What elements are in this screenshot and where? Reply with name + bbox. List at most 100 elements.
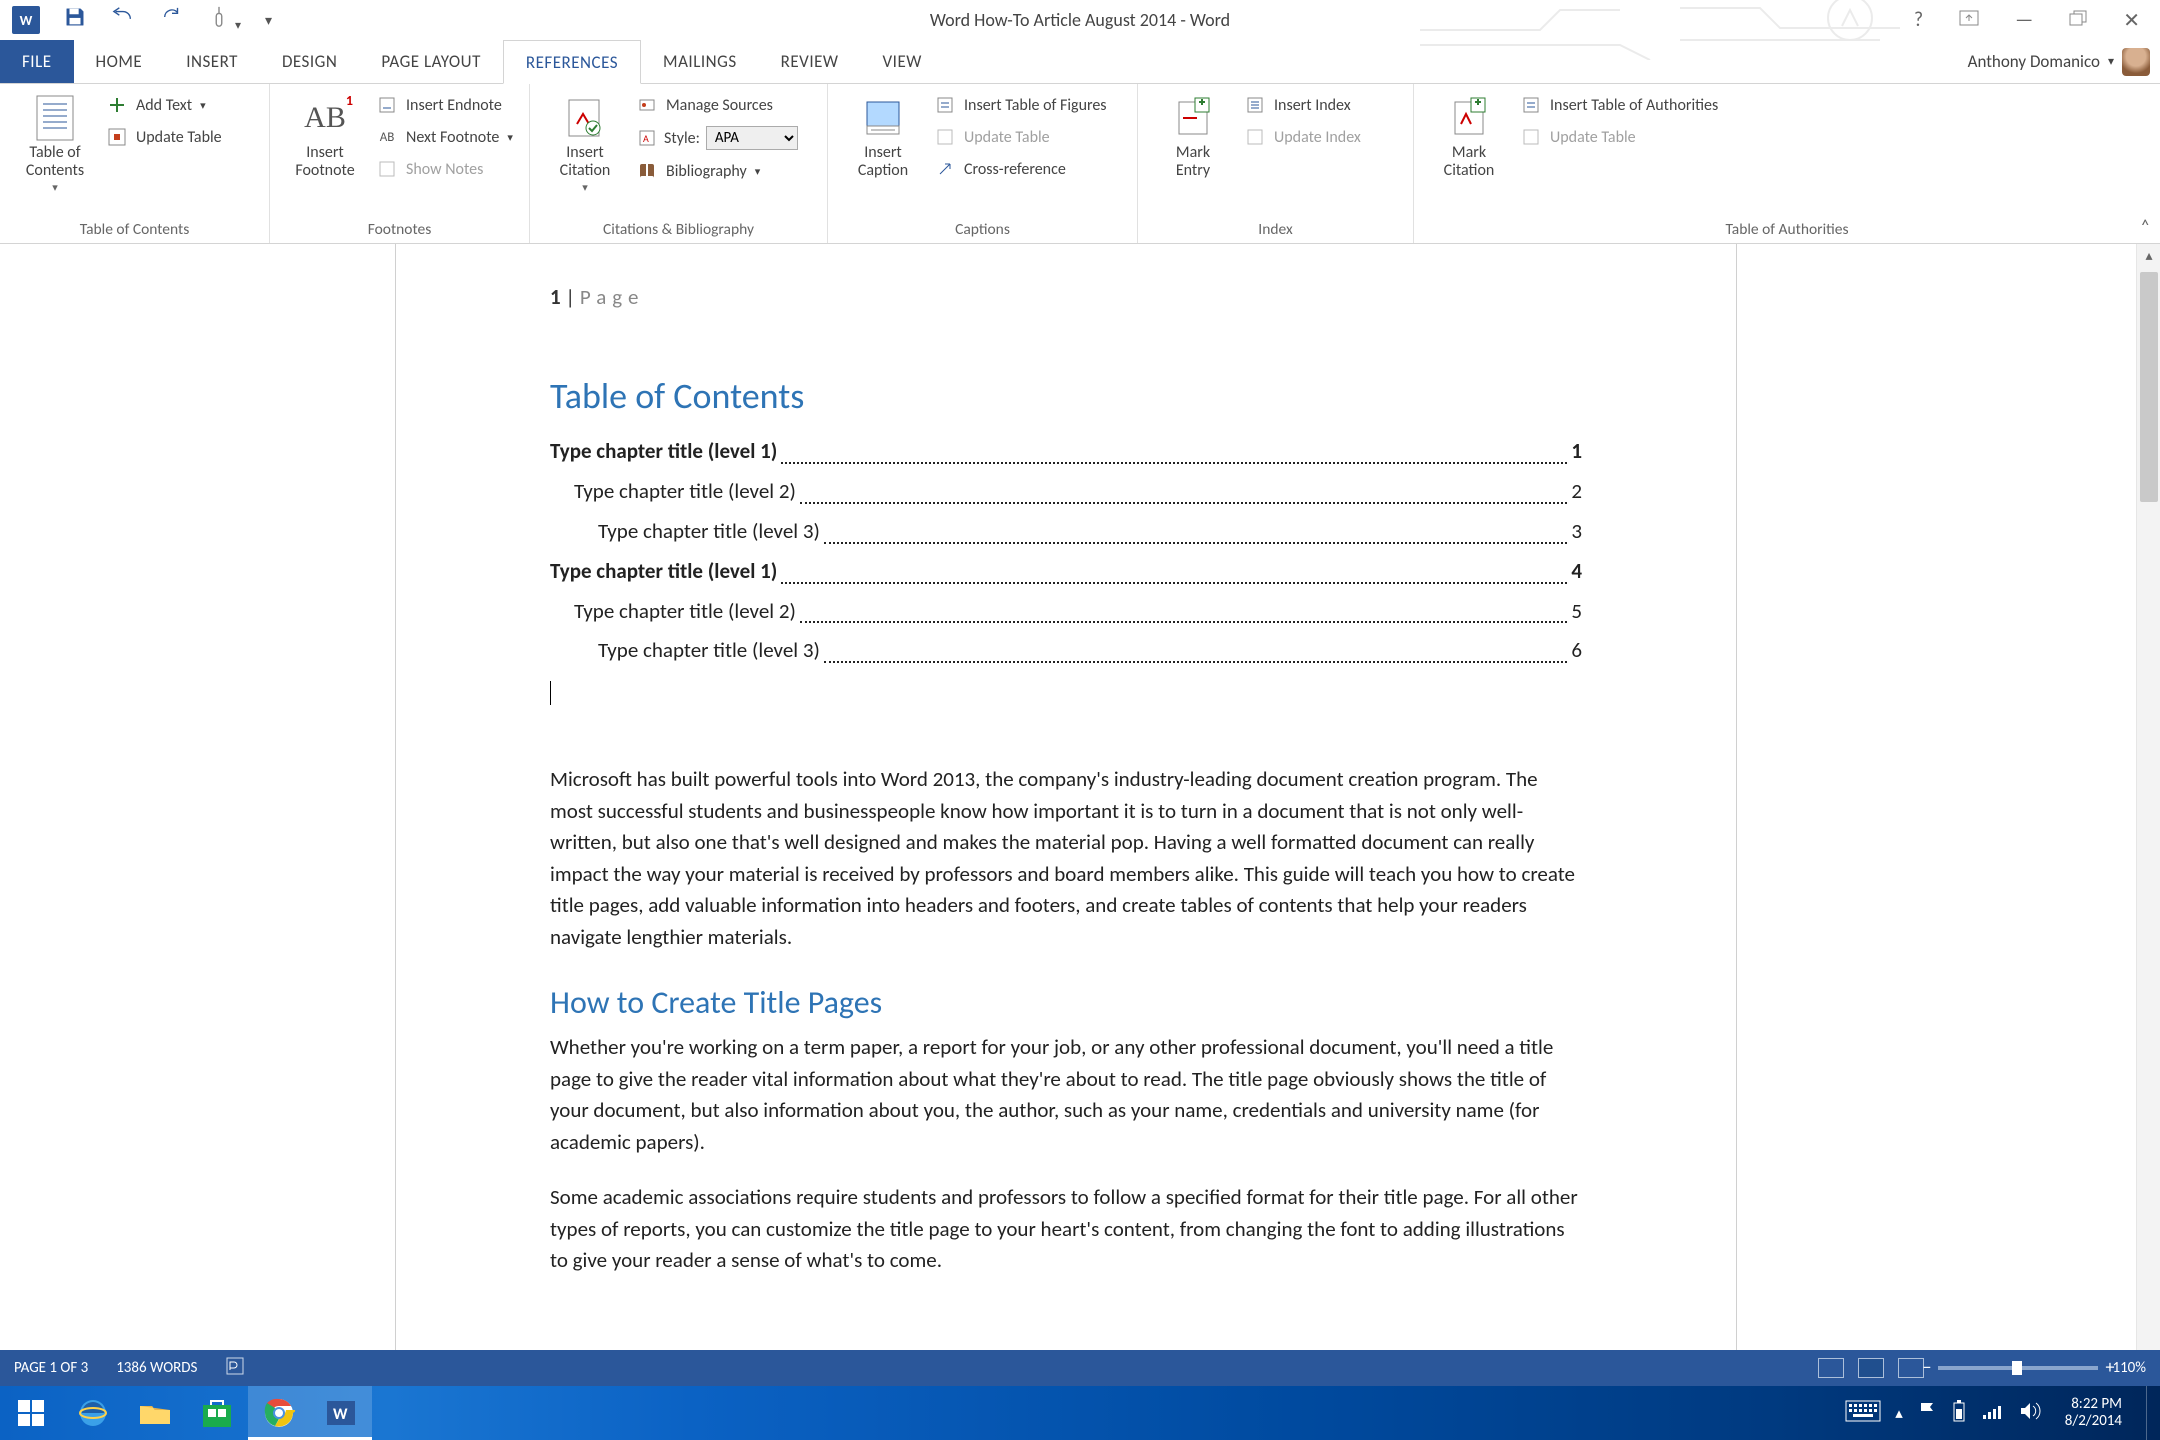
show-notes-button[interactable]: Show Notes bbox=[376, 158, 513, 180]
group-footnotes: AB1 InsertFootnote Insert Endnote ABNext… bbox=[270, 84, 530, 243]
zoom-knob[interactable] bbox=[2012, 1361, 2022, 1375]
style-dropdown[interactable]: APA bbox=[706, 126, 798, 150]
tab-home[interactable]: HOME bbox=[74, 40, 165, 83]
help-icon[interactable]: ? bbox=[1914, 8, 1923, 32]
ribbon-display-options-icon[interactable] bbox=[1959, 8, 1979, 32]
show-desktop-button[interactable] bbox=[2146, 1386, 2154, 1440]
tab-view[interactable]: VIEW bbox=[861, 40, 944, 83]
clock[interactable]: 8:22 PM 8/2/2014 bbox=[2055, 1396, 2132, 1431]
manage-sources-button[interactable]: Manage Sources bbox=[636, 94, 798, 116]
cross-ref-icon bbox=[934, 158, 956, 180]
tab-review[interactable]: REVIEW bbox=[759, 40, 861, 83]
insert-toa-button[interactable]: Insert Table of Authorities bbox=[1520, 94, 1718, 116]
update-toc-icon bbox=[106, 126, 128, 148]
text-cursor bbox=[550, 681, 551, 705]
user-avatar-icon bbox=[2122, 48, 2150, 76]
zoom-slider[interactable]: − + bbox=[1938, 1366, 2098, 1370]
insert-citation-button[interactable]: InsertCitation ▾ bbox=[540, 90, 630, 194]
taskbar-word[interactable]: W bbox=[310, 1386, 372, 1440]
word-count[interactable]: 1386 WORDS bbox=[116, 1359, 197, 1377]
read-mode-icon[interactable] bbox=[1818, 1358, 1844, 1378]
toc-entry: Type chapter title (level 2)2 bbox=[550, 472, 1582, 512]
toc-entry: Type chapter title (level 1)1 bbox=[550, 432, 1582, 472]
toc-heading: Table of Contents bbox=[550, 374, 1582, 418]
tray-chevron-icon[interactable]: ▴ bbox=[1895, 1404, 1903, 1423]
section-heading: How to Create Title Pages bbox=[550, 983, 1582, 1022]
document-page[interactable]: 1 | Page Table of Contents Type chapter … bbox=[396, 244, 1736, 1386]
scroll-up-icon[interactable]: ▴ bbox=[2137, 244, 2160, 268]
citation-style-select[interactable]: AStyle:APA bbox=[636, 126, 798, 150]
redo-icon[interactable] bbox=[160, 6, 184, 34]
update-table-button[interactable]: Update Table bbox=[106, 126, 222, 148]
page-indicator[interactable]: PAGE 1 OF 3 bbox=[14, 1359, 88, 1377]
account-menu[interactable]: Anthony Domanico▾ bbox=[1968, 40, 2160, 83]
insert-footnote-button[interactable]: AB1 InsertFootnote bbox=[280, 90, 370, 181]
next-footnote-button[interactable]: ABNext Footnote ▾ bbox=[376, 126, 513, 148]
flag-icon[interactable] bbox=[1917, 1401, 1937, 1426]
label: InsertCaption bbox=[858, 144, 908, 181]
insert-index-button[interactable]: Insert Index bbox=[1244, 94, 1361, 116]
zoom-out-icon[interactable]: − bbox=[1922, 1356, 1931, 1378]
start-button[interactable] bbox=[0, 1386, 62, 1440]
undo-icon[interactable] bbox=[110, 6, 136, 34]
taskbar-store[interactable] bbox=[186, 1386, 248, 1440]
tab-file[interactable]: FILE bbox=[0, 40, 74, 83]
title-bar: W ▾ ▾ Word How-To Article August 2014 - … bbox=[0, 0, 2160, 40]
insert-endnote-button[interactable]: Insert Endnote bbox=[376, 94, 513, 116]
label: Table ofContents bbox=[26, 144, 84, 181]
status-bar: PAGE 1 OF 3 1386 WORDS − + 110% bbox=[0, 1350, 2160, 1386]
web-layout-icon[interactable] bbox=[1898, 1358, 1924, 1378]
update-index-button[interactable]: Update Index bbox=[1244, 126, 1361, 148]
toc-entry: Type chapter title (level 2)5 bbox=[550, 592, 1582, 632]
bibliography-button[interactable]: Bibliography ▾ bbox=[636, 160, 798, 182]
group-label: Table of Authorities bbox=[1414, 220, 2160, 243]
toc-list: Type chapter title (level 1)1Type chapte… bbox=[550, 432, 1582, 671]
group-label: Index bbox=[1138, 220, 1413, 243]
tab-design[interactable]: DESIGN bbox=[260, 40, 359, 83]
word-app-icon: W bbox=[12, 6, 40, 34]
spellcheck-icon[interactable] bbox=[225, 1356, 245, 1381]
volume-icon[interactable] bbox=[2019, 1401, 2041, 1426]
insert-table-of-figures-button[interactable]: Insert Table of Figures bbox=[934, 94, 1107, 116]
keyboard-icon[interactable] bbox=[1845, 1400, 1881, 1427]
update-captions-table-button[interactable]: Update Table bbox=[934, 126, 1107, 148]
scroll-thumb[interactable] bbox=[2140, 272, 2158, 502]
next-footnote-icon: AB bbox=[376, 126, 398, 148]
cross-reference-button[interactable]: Cross-reference bbox=[934, 158, 1107, 180]
tab-page-layout[interactable]: PAGE LAYOUT bbox=[359, 40, 503, 83]
taskbar-chrome[interactable] bbox=[248, 1386, 310, 1440]
update-toa-button[interactable]: Update Table bbox=[1520, 126, 1718, 148]
print-layout-icon[interactable] bbox=[1858, 1358, 1884, 1378]
tab-insert[interactable]: INSERT bbox=[164, 40, 260, 83]
window-controls: ? — ✕ bbox=[1914, 8, 2160, 33]
battery-icon[interactable] bbox=[1951, 1399, 1967, 1428]
figures-icon bbox=[934, 94, 956, 116]
wifi-icon[interactable] bbox=[1981, 1401, 2005, 1426]
group-citations: InsertCitation ▾ Manage Sources AStyle:A… bbox=[530, 84, 828, 243]
tab-mailings[interactable]: MAILINGS bbox=[641, 40, 759, 83]
touch-mode-icon[interactable]: ▾ bbox=[208, 5, 241, 35]
zoom-level[interactable]: 110% bbox=[2112, 1359, 2146, 1377]
mark-citation-button[interactable]: MarkCitation bbox=[1424, 90, 1514, 181]
table-of-contents-button[interactable]: Table ofContents ▾ bbox=[10, 90, 100, 194]
manage-sources-icon bbox=[636, 94, 658, 116]
mark-entry-button[interactable]: MarkEntry bbox=[1148, 90, 1238, 181]
tab-references[interactable]: REFERENCES bbox=[503, 40, 641, 84]
zoom-in-icon[interactable]: + bbox=[2106, 1356, 2115, 1378]
close-icon[interactable]: ✕ bbox=[2123, 8, 2140, 33]
taskbar-explorer[interactable] bbox=[124, 1386, 186, 1440]
restore-icon[interactable] bbox=[2069, 8, 2087, 32]
add-text-button[interactable]: Add Text ▾ bbox=[106, 94, 222, 116]
qat-customize-icon[interactable]: ▾ bbox=[265, 12, 272, 29]
taskbar-ie[interactable] bbox=[62, 1386, 124, 1440]
show-notes-icon bbox=[376, 158, 398, 180]
toc-entry: Type chapter title (level 3)3 bbox=[550, 512, 1582, 552]
collapse-ribbon-icon[interactable]: ˄ bbox=[2140, 215, 2150, 237]
vertical-scrollbar[interactable]: ▴ ▾ bbox=[2136, 244, 2160, 1386]
insert-caption-button[interactable]: InsertCaption bbox=[838, 90, 928, 181]
toc-entry: Type chapter title (level 3)6 bbox=[550, 631, 1582, 671]
save-icon[interactable] bbox=[64, 6, 86, 34]
group-table-of-authorities: MarkCitation Insert Table of Authorities… bbox=[1414, 84, 2160, 243]
minimize-icon[interactable]: — bbox=[2015, 8, 2033, 32]
add-text-icon bbox=[106, 94, 128, 116]
